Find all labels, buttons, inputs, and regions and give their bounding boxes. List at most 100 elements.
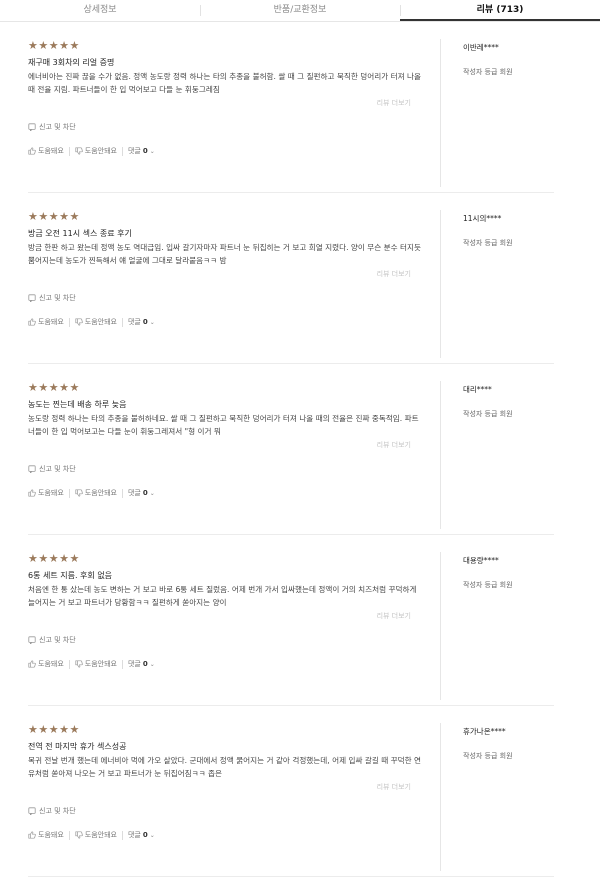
- review-content: ★★★★★ 방금 오전 11시 섹스 종료 후기 방금 한판 하고 왔는데 정액…: [28, 210, 423, 327]
- comments-toggle[interactable]: 댓글 0 ⌄: [128, 659, 155, 669]
- helpful-label: 도움돼요: [38, 489, 64, 497]
- not-helpful-button[interactable]: 도움안돼요: [75, 659, 117, 669]
- divider: [121, 830, 123, 840]
- comment-label: 댓글: [127, 147, 141, 155]
- thumbs-down-icon: [75, 489, 83, 497]
- review-author-panel: 이반레**** 작성자 등급 회원: [440, 39, 561, 187]
- comments-toggle[interactable]: 댓글 0 ⌄: [128, 146, 155, 156]
- divider: [121, 317, 123, 327]
- review-actions: 도움돼요 도움안돼요 댓글 0 ⌄: [28, 317, 423, 327]
- review-more-link[interactable]: 리뷰 더보기: [28, 98, 411, 108]
- report-block-button[interactable]: 신고 및 차단: [28, 293, 423, 303]
- author-grade: 작성자 등급 회원: [463, 752, 513, 760]
- thumbs-up-icon: [28, 660, 36, 668]
- report-block-label: 신고 및 차단: [39, 465, 76, 473]
- not-helpful-button[interactable]: 도움안돼요: [75, 146, 117, 156]
- helpful-label: 도움돼요: [38, 660, 64, 668]
- helpful-label: 도움돼요: [38, 147, 64, 155]
- review-author-panel: 대리**** 작성자 등급 회원: [440, 381, 561, 529]
- review-actions: 도움돼요 도움안돼요 댓글 0 ⌄: [28, 659, 423, 669]
- thumbs-up-icon: [28, 489, 36, 497]
- divider: [121, 488, 123, 498]
- review-actions: 도움돼요 도움안돼요 댓글 0 ⌄: [28, 488, 423, 498]
- helpful-button[interactable]: 도움돼요: [28, 830, 64, 840]
- not-helpful-label: 도움안돼요: [84, 489, 117, 497]
- review-content: ★★★★★ 재구매 3회차의 리얼 증명 에너비아는 진짜 끊을 수가 없음. …: [28, 39, 423, 156]
- review-item: ★★★★★ 농도는 찐는데 배송 하루 늦음 농도랑 정력 하나는 타의 추종을…: [0, 364, 600, 535]
- rating-stars: ★★★★★: [28, 381, 80, 394]
- divider: [121, 146, 123, 156]
- comment-count: 0: [142, 489, 148, 497]
- helpful-button[interactable]: 도움돼요: [28, 488, 64, 498]
- comment-label: 댓글: [127, 489, 141, 497]
- comment-count: 0: [142, 147, 148, 155]
- report-block-label: 신고 및 차단: [39, 807, 76, 815]
- report-block-label: 신고 및 차단: [39, 294, 76, 302]
- not-helpful-label: 도움안돼요: [84, 660, 117, 668]
- report-block-button[interactable]: 신고 및 차단: [28, 806, 423, 816]
- report-icon: [28, 123, 36, 131]
- chevron-down-icon: ⌄: [149, 147, 155, 155]
- author-name: 11시의****: [463, 214, 502, 223]
- thumbs-up-icon: [28, 831, 36, 839]
- not-helpful-label: 도움안돼요: [84, 147, 117, 155]
- comments-toggle[interactable]: 댓글 0 ⌄: [128, 317, 155, 327]
- thumbs-down-icon: [75, 660, 83, 668]
- review-author-panel: 대용량**** 작성자 등급 회원: [440, 552, 561, 700]
- not-helpful-button[interactable]: 도움안돼요: [75, 830, 117, 840]
- rating-stars: ★★★★★: [28, 210, 80, 223]
- review-more-link[interactable]: 리뷰 더보기: [28, 611, 411, 621]
- not-helpful-button[interactable]: 도움안돼요: [75, 317, 117, 327]
- comment-count: 0: [142, 318, 148, 326]
- thumbs-down-icon: [75, 831, 83, 839]
- review-body: 처음엔 한 통 샀는데 농도 변하는 거 보고 바로 6통 세트 질렀음. 어제…: [28, 585, 417, 607]
- review-more-link[interactable]: 리뷰 더보기: [28, 782, 411, 792]
- rating-stars: ★★★★★: [28, 552, 80, 565]
- not-helpful-label: 도움안돼요: [84, 318, 117, 326]
- helpful-button[interactable]: 도움돼요: [28, 146, 64, 156]
- author-grade: 작성자 등급 회원: [463, 410, 513, 418]
- comments-toggle[interactable]: 댓글 0 ⌄: [128, 830, 155, 840]
- rating-stars: ★★★★★: [28, 39, 80, 52]
- report-icon: [28, 636, 36, 644]
- divider: [68, 830, 70, 840]
- tab-bar: 상세정보 반품/교환정보 리뷰 (713): [0, 0, 600, 22]
- report-icon: [28, 294, 36, 302]
- divider: [68, 659, 70, 669]
- chevron-down-icon: ⌄: [149, 489, 155, 497]
- review-actions: 도움돼요 도움안돼요 댓글 0 ⌄: [28, 146, 423, 156]
- review-content: ★★★★★ 농도는 찐는데 배송 하루 늦음 농도랑 정력 하나는 타의 추종을…: [28, 381, 423, 498]
- helpful-button[interactable]: 도움돼요: [28, 659, 64, 669]
- author-grade: 작성자 등급 회원: [463, 68, 513, 76]
- review-author-panel: 11시의**** 작성자 등급 회원: [440, 210, 561, 358]
- divider: [68, 488, 70, 498]
- tab-reviews[interactable]: 리뷰 (713): [400, 0, 600, 21]
- author-name: 이반레****: [463, 43, 499, 52]
- thumbs-down-icon: [75, 318, 83, 326]
- review-item: ★★★★★ 6통 세트 지름. 후회 없음 처음엔 한 통 샀는데 농도 변하는…: [0, 535, 600, 706]
- not-helpful-button[interactable]: 도움안돼요: [75, 488, 117, 498]
- tab-detail-info[interactable]: 상세정보: [0, 0, 200, 21]
- review-body: 복귀 전날 번개 했는데 에너비아 먹에 가오 살았다. 군대에서 정액 묽어지…: [28, 756, 422, 778]
- helpful-label: 도움돼요: [38, 831, 64, 839]
- review-item: ★★★★★ 전역 전 마지막 휴가 섹스성공 복귀 전날 번개 했는데 에너비아…: [0, 706, 600, 877]
- report-block-button[interactable]: 신고 및 차단: [28, 464, 423, 474]
- review-author-panel: 휴가나온**** 작성자 등급 회원: [440, 723, 561, 871]
- review-actions: 도움돼요 도움안돼요 댓글 0 ⌄: [28, 830, 423, 840]
- helpful-label: 도움돼요: [38, 318, 64, 326]
- comment-label: 댓글: [127, 831, 141, 839]
- review-item: ★★★★★ 재구매 3회차의 리얼 증명 에너비아는 진짜 끊을 수가 없음. …: [0, 22, 600, 193]
- comments-toggle[interactable]: 댓글 0 ⌄: [128, 488, 155, 498]
- comment-count: 0: [142, 660, 148, 668]
- helpful-button[interactable]: 도움돼요: [28, 317, 64, 327]
- author-name: 대리****: [463, 385, 492, 394]
- report-block-button[interactable]: 신고 및 차단: [28, 122, 423, 132]
- review-more-link[interactable]: 리뷰 더보기: [28, 269, 411, 279]
- review-title: 농도는 찐는데 배송 하루 늦음: [28, 400, 127, 409]
- review-body: 농도랑 정력 하나는 타의 추종을 불허하네요. 쌀 때 그 질펀하고 묵직한 …: [28, 414, 419, 436]
- report-icon: [28, 465, 36, 473]
- review-item: ★★★★★ 방금 오전 11시 섹스 종료 후기 방금 한판 하고 왔는데 정액…: [0, 193, 600, 364]
- review-more-link[interactable]: 리뷰 더보기: [28, 440, 411, 450]
- report-block-button[interactable]: 신고 및 차단: [28, 635, 423, 645]
- tab-return-exchange-info[interactable]: 반품/교환정보: [200, 0, 400, 21]
